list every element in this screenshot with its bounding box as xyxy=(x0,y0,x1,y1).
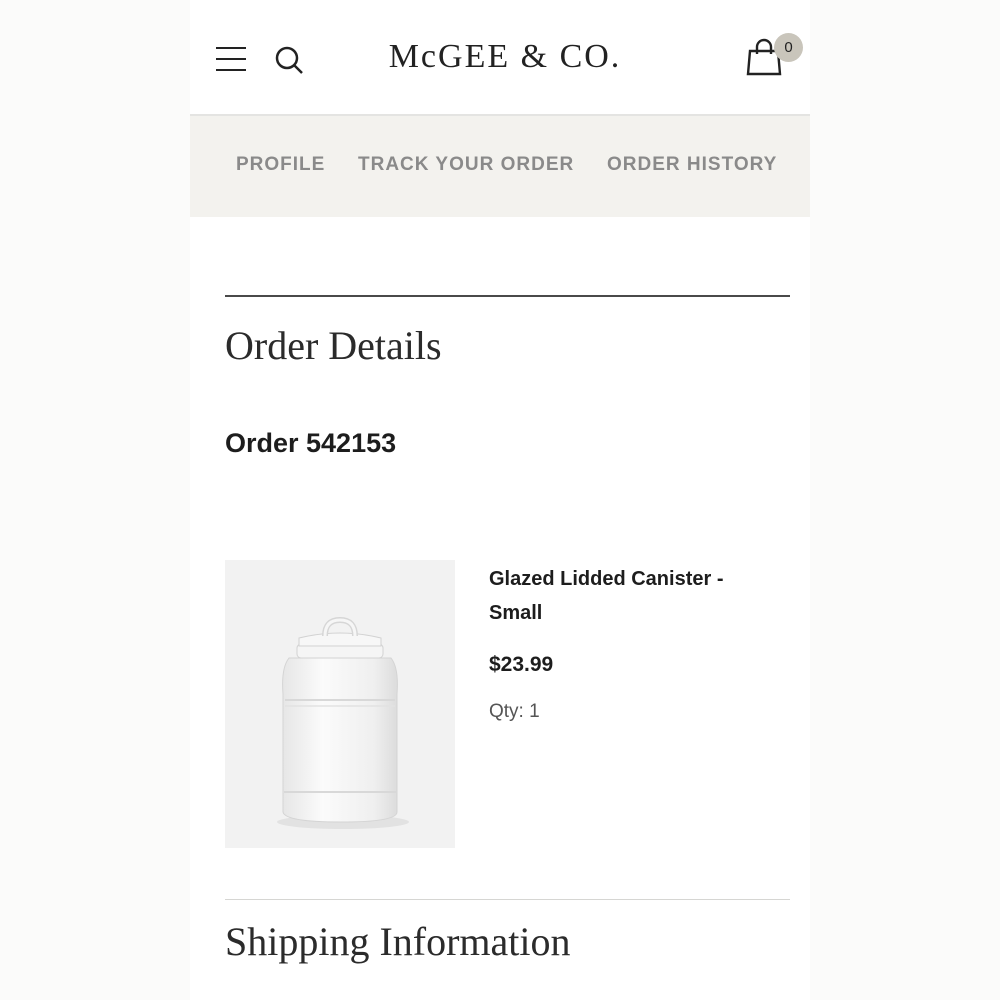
product-quantity: Qty: 1 xyxy=(489,701,540,723)
qty-label: Qty: xyxy=(489,701,524,722)
section-divider xyxy=(225,899,790,900)
section-divider xyxy=(225,295,790,297)
order-number: Order 542153 xyxy=(225,428,397,458)
page-background-left xyxy=(0,0,190,1000)
page-background-right xyxy=(810,0,1000,1000)
order-details-title: Order Details xyxy=(225,323,442,368)
qty-value: 1 xyxy=(529,701,540,722)
hamburger-menu-icon[interactable] xyxy=(216,47,246,73)
search-icon[interactable] xyxy=(274,45,304,75)
mobile-page: McGEE & CO. 0 PROFILE TRACK YOUR ORDER O… xyxy=(190,0,810,1000)
nav-track-order-link[interactable]: TRACK YOUR ORDER xyxy=(358,154,574,176)
cart-count-badge: 0 xyxy=(774,33,803,62)
shipping-information-title: Shipping Information xyxy=(225,919,571,964)
product-price: $23.99 xyxy=(489,653,554,676)
nav-order-history-link[interactable]: ORDER HISTORY xyxy=(607,154,777,176)
nav-profile-link[interactable]: PROFILE xyxy=(236,154,325,176)
brand-logo[interactable]: McGEE & CO. xyxy=(370,38,640,76)
product-image[interactable] xyxy=(225,560,455,848)
account-nav: PROFILE TRACK YOUR ORDER ORDER HISTORY xyxy=(190,116,810,217)
product-name[interactable]: Glazed Lidded Canister - Small xyxy=(489,562,779,630)
site-header: McGEE & CO. 0 xyxy=(190,0,810,116)
